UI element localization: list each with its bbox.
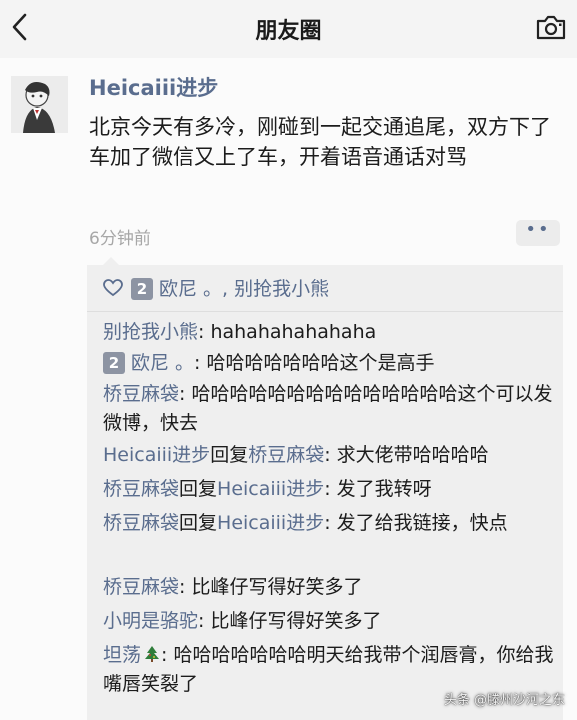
reply-word: 回复 (210, 444, 249, 466)
camera-icon[interactable] (535, 13, 567, 41)
comment-item[interactable]: 桥豆麻袋回复Heicaiii进步: 发了给我链接，快点 (103, 509, 555, 538)
page-title: 朋友圈 (255, 19, 322, 44)
divider (87, 311, 563, 312)
comment-text: : 哈哈哈哈哈哈哈这个是高手 (194, 352, 435, 374)
comment-author[interactable]: 坦荡 (103, 644, 141, 666)
comment-item[interactable]: 桥豆麻袋回复Heicaiii进步: 发了我转呀 (103, 475, 555, 504)
comment-item[interactable]: 桥豆麻袋: 哈哈哈哈哈哈哈哈哈哈哈哈哈哈这个可以发微博，快去 (103, 380, 555, 438)
comment-item[interactable]: 小明是骆驼: 比峰仔写得好笑多了 (103, 607, 555, 636)
comment-item[interactable]: 2 欧尼 。: 哈哈哈哈哈哈哈这个是高手 (103, 349, 555, 378)
reply-word: 回复 (179, 478, 218, 500)
moment-post: Heicaiii进步 北京今天有多冷，刚碰到一起交通追尾，双方下了车加了微信又上… (0, 58, 577, 720)
comment-text: : hahahahahahaha (198, 321, 377, 343)
comment-text: : 发了我转呀 (324, 478, 432, 500)
comment-item[interactable]: 桥豆麻袋: 比峰仔写得好笑多了 (103, 573, 555, 602)
heart-icon (103, 279, 123, 297)
christmas-tree-icon (145, 646, 160, 662)
likes-row: 2 欧尼 。, 别抢我小熊 (103, 274, 553, 304)
comment-author[interactable]: Heicaiii进步 (103, 444, 210, 466)
comment-text: : 比峰仔写得好笑多了 (179, 576, 363, 598)
comment-text: : 比峰仔写得好笑多了 (198, 610, 382, 632)
watermark: 头条 @滕州沙河之东 (443, 693, 565, 708)
comment-text: : 求大佬带哈哈哈哈 (324, 444, 489, 466)
post-content: 北京今天有多冷，刚碰到一起交通追尾，双方下了车加了微信又上了车，开着语音通话对骂 (89, 115, 551, 169)
comment-text: : 发了给我链接，快点 (324, 512, 508, 534)
comment-author[interactable]: 欧尼 。 (131, 352, 194, 374)
comment-badge: 2 (103, 352, 125, 374)
likes-names[interactable]: 欧尼 。, 别抢我小熊 (159, 278, 329, 300)
avatar-image (11, 76, 68, 133)
reply-word: 回复 (179, 512, 218, 534)
comment-author[interactable]: 桥豆麻袋 (103, 576, 179, 598)
nav-bar: 朋友圈 (0, 0, 577, 59)
comments-panel: 2 欧尼 。, 别抢我小熊 别抢我小熊: hahahahahahaha 2 欧尼 。… (87, 257, 563, 720)
more-options-button[interactable]: •• (516, 220, 560, 246)
reply-target[interactable]: 桥豆麻袋 (248, 444, 324, 466)
post-author[interactable]: Heicaiii进步 (89, 72, 218, 102)
comment-author[interactable]: 小明是骆驼 (103, 610, 198, 632)
comment-author[interactable]: 桥豆麻袋 (103, 478, 179, 500)
post-time: 6分钟前 (89, 229, 151, 249)
reply-target[interactable]: Heicaiii进步 (217, 512, 324, 534)
likes-badge: 2 (131, 278, 153, 300)
comment-author[interactable]: 桥豆麻袋 (103, 383, 179, 405)
comment-author[interactable]: 桥豆麻袋 (103, 512, 179, 534)
comment-item[interactable]: Heicaiii进步回复桥豆麻袋: 求大佬带哈哈哈哈 (103, 441, 555, 470)
comment-item[interactable]: 别抢我小熊: hahahahahahaha (103, 318, 555, 347)
reply-target[interactable]: Heicaiii进步 (217, 478, 324, 500)
comment-author[interactable]: 别抢我小熊 (103, 321, 198, 343)
comment-text: : 哈哈哈哈哈哈哈明天给我带个润唇膏，你给我嘴唇笑裂了 (103, 644, 554, 695)
avatar[interactable] (11, 76, 68, 133)
